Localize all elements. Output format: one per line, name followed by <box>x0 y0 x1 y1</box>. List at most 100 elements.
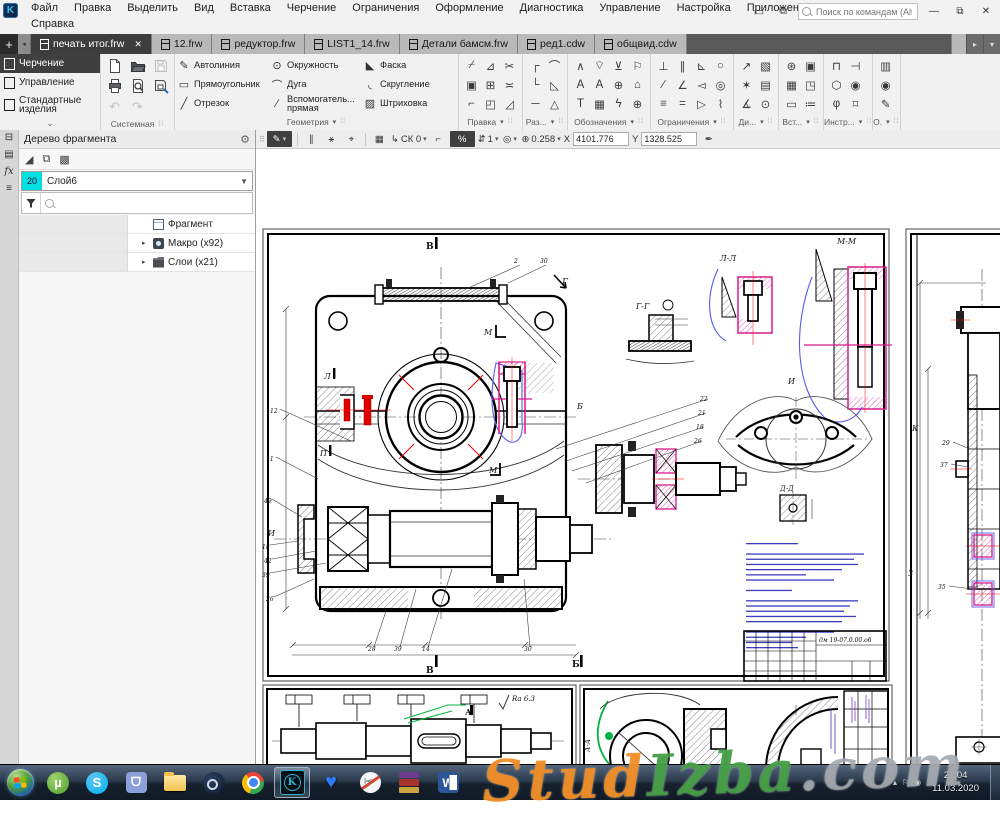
ortho-toggle[interactable]: ⌐ <box>430 131 447 147</box>
tool-icon[interactable]: ϟ <box>610 95 628 113</box>
new-tab-button[interactable]: + <box>0 34 18 54</box>
y-coordinate-input[interactable] <box>641 132 697 146</box>
tool-icon[interactable]: ▧ <box>757 57 775 75</box>
tool-icon[interactable]: ✎ <box>877 95 895 113</box>
taskbar-utorrent[interactable]: µ <box>40 767 76 798</box>
menu-item-Черчение[interactable]: Черчение <box>280 1 344 15</box>
new-document-icon[interactable] <box>107 58 123 74</box>
tool-Отрезок[interactable]: ╱Отрезок <box>177 94 270 113</box>
taskbar-chrome[interactable] <box>235 767 271 798</box>
tool-icon[interactable]: ▭ <box>783 95 801 113</box>
taskbar-word[interactable]: W <box>430 767 466 798</box>
tool-icon[interactable]: A <box>591 76 609 94</box>
tool-icon[interactable]: ✂ <box>501 57 519 75</box>
drawing-canvas[interactable]: ВВББГММЛПИГ-ГЛ-ЛМ-МИД-ДА-ААКЗRa 6.3дм 19… <box>256 149 1000 765</box>
tool-icon[interactable]: ◅ <box>693 76 711 94</box>
tool-icon[interactable]: ▷ <box>693 95 711 113</box>
open-document-icon[interactable] <box>130 58 146 74</box>
tool-Дуга[interactable]: ⌒Дуга <box>270 75 363 94</box>
tool-icon[interactable]: ⊥ <box>655 57 673 75</box>
tool-icon[interactable]: ⌇ <box>712 95 730 113</box>
tool-icon[interactable]: ✶ <box>738 76 756 94</box>
print-icon[interactable] <box>107 78 123 94</box>
print-preview-icon[interactable] <box>130 78 146 94</box>
tool-icon[interactable]: ⌂ <box>629 76 647 94</box>
tool-Окружность[interactable]: ⊙Окружность <box>270 56 363 75</box>
tool-icon[interactable]: ⊿ <box>482 57 500 75</box>
tool-icon[interactable]: ⊣ <box>847 57 865 75</box>
taskbar-clock[interactable]: 21:04 11.03.2020 <box>926 770 985 795</box>
tool-icon[interactable]: ∕ <box>655 76 673 94</box>
tool-icon[interactable]: ⊕ <box>610 76 628 94</box>
workspace-expander[interactable]: ⌄ <box>0 117 100 130</box>
tool-icon[interactable]: ⊻ <box>610 57 628 75</box>
workspace-tab-Черчение[interactable]: Черчение <box>0 54 100 73</box>
tool-icon[interactable]: φ <box>828 95 846 113</box>
window-preview-icon[interactable]: ⧉ <box>774 5 792 18</box>
tool-Штриховка[interactable]: ▨Штриховка <box>363 94 456 113</box>
tool-icon[interactable]: ▥ <box>877 57 895 75</box>
tool-icon[interactable]: ◉ <box>877 76 895 94</box>
drag-grip[interactable]: ⠿ <box>259 135 264 144</box>
tree-rail-icon[interactable]: ⊟ <box>5 132 13 143</box>
tool-icon[interactable]: ▦ <box>591 95 609 113</box>
tab-общвид.cdw[interactable]: общвид.cdw <box>595 34 687 54</box>
tool-Автолиния[interactable]: ✎Автолиния <box>177 56 270 75</box>
tool-icon[interactable]: ⬡ <box>828 76 846 94</box>
minimize-button[interactable]: — <box>924 6 944 17</box>
close-button[interactable]: ✕ <box>976 6 996 17</box>
show-desktop-button[interactable] <box>990 765 1000 800</box>
gear-icon[interactable]: ⚙ <box>240 133 250 146</box>
tool-Скругление[interactable]: ◟Скругление <box>363 75 456 94</box>
menu-item-Диагностика[interactable]: Диагностика <box>513 1 591 15</box>
tool-Прямоугольник[interactable]: ▭Прямоугольник <box>177 75 270 94</box>
coordinate-system-select[interactable]: ↳ СК 0 ▾ <box>391 131 427 147</box>
tool-icon[interactable]: ◉ <box>847 76 865 94</box>
zoom-value-select[interactable]: ⊕ 0.258 ▾ <box>521 131 560 147</box>
tool-icon[interactable]: T <box>572 95 590 113</box>
tool-icon[interactable]: ∧ <box>572 57 590 75</box>
tool-icon[interactable]: ◳ <box>802 76 820 94</box>
tool-icon[interactable]: └ <box>527 76 545 94</box>
tool-icon[interactable]: ◎ <box>712 76 730 94</box>
variables-rail-icon[interactable]: fx <box>4 166 13 177</box>
expand-arrow-icon[interactable]: ▸ <box>142 239 149 247</box>
menu-item-Правка[interactable]: Правка <box>67 1 118 15</box>
style-pencil-button[interactable]: ✎ ▾ <box>267 131 292 147</box>
tool-icon[interactable]: ◺ <box>546 76 564 94</box>
tool-Фаска[interactable]: ◣Фаска <box>363 56 456 75</box>
snap-view-icon[interactable]: ⌖ <box>343 131 360 147</box>
tool-icon[interactable]: ⊕ <box>629 95 647 113</box>
menu-item-Файл[interactable]: Файл <box>24 1 65 15</box>
menu-item-Вставка[interactable]: Вставка <box>223 1 278 15</box>
tray-volume-icon[interactable]: ◉ <box>914 778 921 787</box>
close-tab-icon[interactable]: ✕ <box>134 39 142 50</box>
tool-Вспомогатель... прямая[interactable]: ∕Вспомогатель... прямая <box>270 94 363 113</box>
tab-list-button[interactable]: ▾ <box>983 34 1000 54</box>
raster-icon[interactable]: ▩ <box>59 153 69 166</box>
tool-icon[interactable]: ⌑ <box>847 95 865 113</box>
tool-icon[interactable]: ▣ <box>802 57 820 75</box>
parameters-rail-icon[interactable]: ▤ <box>4 149 13 160</box>
tool-icon[interactable]: = <box>674 95 692 113</box>
taskbar-snipping[interactable] <box>352 767 388 798</box>
tool-icon[interactable]: ┌ <box>527 57 545 75</box>
tray-network-icon[interactable]: ⚐ <box>902 778 909 787</box>
tool-icon[interactable]: ◰ <box>482 95 500 113</box>
partial-tab[interactable] <box>951 34 966 54</box>
menu-item-Оформление[interactable]: Оформление <box>428 1 510 15</box>
tab-scroll-left[interactable]: ◂ <box>18 34 31 54</box>
tool-icon[interactable]: ≔ <box>802 95 820 113</box>
tool-icon[interactable]: ≍ <box>501 76 519 94</box>
x-coordinate-input[interactable] <box>573 132 629 146</box>
snap-settings-icon[interactable]: ⚹ <box>323 131 340 147</box>
tool-icon[interactable]: ⊛ <box>783 57 801 75</box>
menu-item-Вид[interactable]: Вид <box>187 1 221 15</box>
menu-item-Ограничения[interactable]: Ограничения <box>345 1 426 15</box>
scale-select[interactable]: ⇵ 1 ▾ <box>478 131 499 147</box>
restore-button[interactable]: ⧉ <box>950 6 970 17</box>
tool-icon[interactable]: ◿ <box>501 95 519 113</box>
tool-icon[interactable]: A <box>572 76 590 94</box>
menu-item-Управление[interactable]: Управление <box>592 1 667 15</box>
tool-icon[interactable]: ▣ <box>463 76 481 94</box>
